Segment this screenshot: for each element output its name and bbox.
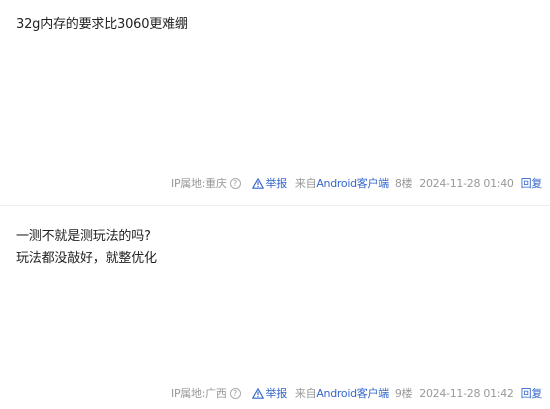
post-time: 2024-11-28 01:40 (419, 176, 514, 190)
floor-number: 9楼 (394, 387, 413, 400)
post-content-line: 一测不就是测玩法的吗? (16, 229, 151, 244)
report-label: 举报 (265, 387, 288, 400)
post-floor-9: 一测不就是测玩法的吗? 玩法都没敲好，就整优化 IP属地:广西 ? 举报 来自A… (0, 206, 550, 409)
post-content: 一测不就是测玩法的吗? 玩法都没敲好，就整优化 (16, 226, 157, 270)
warning-triangle-icon (251, 177, 264, 189)
ip-location-label: IP属地:广西 (171, 387, 227, 400)
post-meta: IP属地:重庆 ? 举报 来自Android客户端 8楼 2024-11-28 … (171, 175, 542, 191)
report-button[interactable]: 举报 (251, 385, 288, 401)
ip-location: IP属地:广西 ? (171, 385, 241, 401)
ip-location: IP属地:重庆 ? (171, 175, 241, 191)
client-link[interactable]: Android客户端 (316, 387, 389, 400)
reply-button[interactable]: 回复 (521, 385, 543, 401)
post-meta: IP属地:广西 ? 举报 来自Android客户端 9楼 2024-11-28 … (171, 385, 542, 401)
post-time: 2024-11-28 01:42 (419, 386, 514, 400)
post-floor-8: 32g内存的要求比3060更难绷 IP属地:重庆 ? 举报 来自Android客… (0, 0, 550, 205)
question-circle-icon[interactable]: ? (229, 177, 241, 189)
reply-button[interactable]: 回复 (521, 175, 543, 191)
ip-location-label: IP属地:重庆 (171, 177, 227, 190)
post-content-line: 玩法都没敲好，就整优化 (16, 251, 157, 266)
client-source: 来自Android客户端 (295, 175, 389, 191)
floor-number: 8楼 (394, 177, 413, 190)
warning-triangle-icon (251, 387, 264, 399)
post-content-line: 32g内存的要求比3060更难绷 (16, 17, 188, 32)
client-source-prefix: 来自 (294, 177, 317, 190)
post-content: 32g内存的要求比3060更难绷 (16, 14, 188, 36)
report-label: 举报 (265, 177, 288, 190)
question-circle-icon[interactable]: ? (229, 387, 241, 399)
client-source: 来自Android客户端 (295, 385, 389, 401)
report-button[interactable]: 举报 (251, 175, 288, 191)
client-source-prefix: 来自 (294, 387, 317, 400)
client-link[interactable]: Android客户端 (316, 177, 389, 190)
